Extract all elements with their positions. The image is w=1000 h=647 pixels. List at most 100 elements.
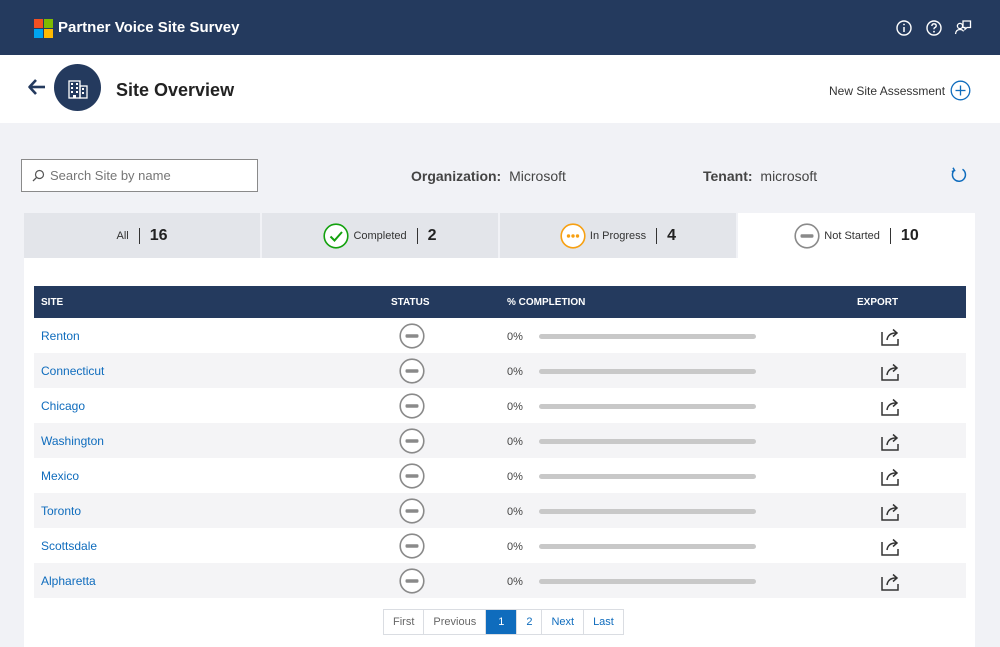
- site-link[interactable]: Mexico: [41, 469, 79, 483]
- progress-bar: [538, 578, 756, 584]
- site-cell: Alpharetta: [34, 563, 384, 598]
- export-cell: [850, 423, 966, 458]
- export-icon[interactable]: [879, 535, 903, 557]
- completion-cell: 0%: [500, 318, 850, 353]
- status-cell: [384, 353, 500, 388]
- site-link[interactable]: Chicago: [41, 399, 85, 413]
- tab-label: All: [116, 229, 129, 242]
- search-input[interactable]: [50, 168, 250, 183]
- tab-not-started[interactable]: Not Started 10: [738, 213, 975, 258]
- help-icon[interactable]: [925, 19, 943, 37]
- tab-label: In Progress: [589, 229, 647, 242]
- header-status: STATUS: [391, 296, 430, 308]
- site-link[interactable]: Renton: [41, 329, 80, 343]
- logo-square-green: [44, 19, 53, 28]
- site-link[interactable]: Connecticut: [41, 364, 104, 378]
- not-started-icon: [399, 357, 425, 384]
- tab-all[interactable]: All 16: [24, 213, 260, 258]
- back-arrow-icon[interactable]: [27, 77, 47, 97]
- completion-percent: 0%: [507, 470, 523, 483]
- status-cell: [384, 423, 500, 458]
- in-progress-icon: [560, 222, 586, 249]
- export-cell: [850, 493, 966, 528]
- search-icon: [32, 169, 45, 182]
- export-icon[interactable]: [879, 500, 903, 522]
- check-circle-icon: [323, 222, 350, 249]
- header-completion: % COMPLETION: [507, 296, 586, 308]
- progress-bar: [538, 333, 756, 339]
- page-2-button[interactable]: 2: [517, 610, 543, 634]
- completion-percent: 0%: [507, 365, 523, 378]
- table-row: Toronto 0%: [34, 493, 966, 528]
- refresh-icon[interactable]: [950, 166, 968, 184]
- export-cell: [850, 318, 966, 353]
- completion-cell: 0%: [500, 423, 850, 458]
- site-cell: Washington: [34, 423, 384, 458]
- table-row: Washington 0%: [34, 423, 966, 458]
- previous-page-button[interactable]: Previous: [424, 610, 487, 634]
- tab-count: 2: [427, 226, 437, 244]
- page-1-button[interactable]: 1: [486, 610, 518, 634]
- table-row: Connecticut 0%: [34, 353, 966, 388]
- progress-bar: [538, 438, 756, 444]
- site-link[interactable]: Scottsdale: [41, 539, 97, 553]
- export-cell: [850, 563, 966, 598]
- not-started-icon: [399, 497, 425, 524]
- status-tabs: All 16 Completed 2 In Progress 4 Not Sta…: [24, 213, 975, 258]
- tenant-label: Tenant:: [703, 168, 753, 184]
- status-cell: [384, 318, 500, 353]
- progress-bar: [538, 473, 756, 479]
- tab-divider: [656, 227, 658, 244]
- export-icon[interactable]: [879, 430, 903, 452]
- not-started-icon: [794, 222, 820, 249]
- info-icon[interactable]: [895, 19, 913, 37]
- export-icon[interactable]: [879, 465, 903, 487]
- next-page-button[interactable]: Next: [542, 610, 585, 634]
- export-icon[interactable]: [879, 395, 903, 417]
- completion-cell: 0%: [500, 528, 850, 563]
- last-page-button[interactable]: Last: [584, 610, 623, 634]
- table-row: Mexico 0%: [34, 458, 966, 493]
- tab-in-progress[interactable]: In Progress 4: [500, 213, 736, 258]
- not-started-icon: [399, 567, 425, 594]
- tenant-value: microsoft: [760, 168, 818, 184]
- completion-percent: 0%: [507, 505, 523, 518]
- add-circle-icon[interactable]: [950, 80, 971, 101]
- tab-count: 4: [667, 226, 677, 244]
- not-started-icon: [399, 462, 425, 489]
- new-site-assessment-link[interactable]: New Site Assessment: [829, 84, 945, 98]
- first-page-button[interactable]: First: [384, 610, 425, 634]
- tab-count: 10: [900, 226, 919, 244]
- export-icon[interactable]: [879, 360, 903, 382]
- pagination: First Previous 1 2 Next Last: [383, 609, 624, 635]
- completion-cell: 0%: [500, 493, 850, 528]
- search-site-box[interactable]: [21, 159, 258, 192]
- completion-percent: 0%: [507, 330, 523, 343]
- site-link[interactable]: Toronto: [41, 504, 81, 518]
- site-cell: Mexico: [34, 458, 384, 493]
- site-cell: Renton: [34, 318, 384, 353]
- not-started-icon: [399, 427, 425, 454]
- not-started-icon: [399, 392, 425, 419]
- tab-divider: [416, 227, 418, 244]
- completion-cell: 0%: [500, 563, 850, 598]
- feedback-icon[interactable]: [954, 19, 972, 37]
- status-cell: [384, 388, 500, 423]
- site-link[interactable]: Washington: [41, 434, 104, 448]
- tab-label: Completed: [353, 229, 407, 242]
- tab-label: Not Started: [824, 229, 880, 242]
- status-cell: [384, 493, 500, 528]
- completion-percent: 0%: [507, 400, 523, 413]
- site-cell: Toronto: [34, 493, 384, 528]
- header-site: SITE: [41, 296, 64, 308]
- tab-count: 16: [149, 226, 168, 244]
- export-icon[interactable]: [879, 570, 903, 592]
- top-bar: Partner Voice Site Survey: [0, 0, 1000, 55]
- export-icon[interactable]: [879, 325, 903, 347]
- tenant-info: Tenant: microsoft: [703, 168, 817, 184]
- export-cell: [850, 388, 966, 423]
- sites-table: SITE STATUS % COMPLETION EXPORT Renton 0%…: [34, 286, 966, 598]
- site-link[interactable]: Alpharetta: [41, 574, 96, 588]
- tab-completed[interactable]: Completed 2: [262, 213, 498, 258]
- progress-bar: [538, 508, 756, 514]
